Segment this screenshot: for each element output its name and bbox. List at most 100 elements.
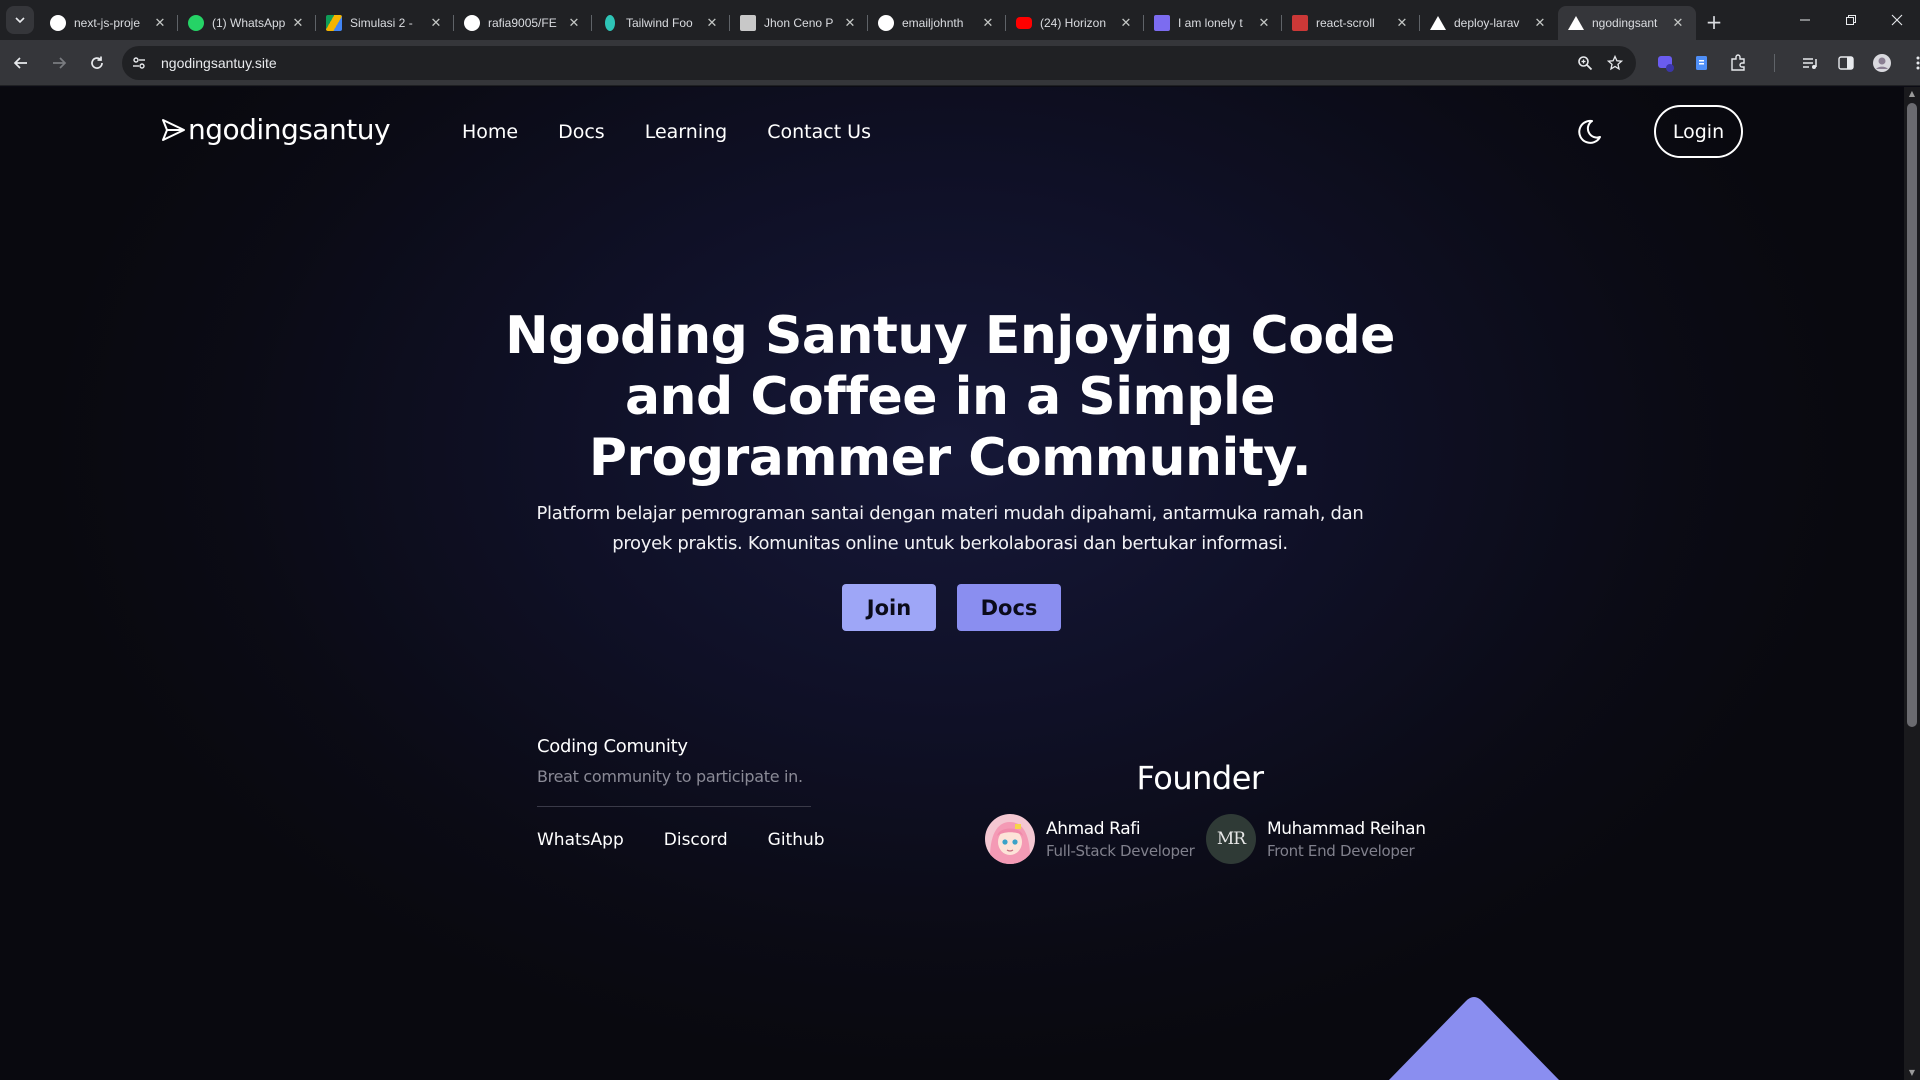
extensions-puzzle-icon[interactable] bbox=[1720, 46, 1756, 80]
page-scrollbar[interactable]: ▲ ▼ bbox=[1904, 87, 1920, 1080]
scroll-down-icon[interactable]: ▼ bbox=[1904, 1066, 1920, 1080]
vercel-icon bbox=[1430, 16, 1446, 30]
close-icon[interactable]: ✕ bbox=[1394, 16, 1410, 31]
browser-tab[interactable]: Tailwind Foo ✕ bbox=[592, 6, 730, 40]
url-text[interactable]: ngodingsantuy.site bbox=[161, 55, 1570, 71]
extension-doc-icon[interactable] bbox=[1684, 46, 1720, 80]
avatar bbox=[985, 814, 1035, 864]
close-window-button[interactable] bbox=[1874, 0, 1920, 40]
new-tab-button[interactable]: + bbox=[1700, 8, 1728, 36]
tab-title: (24) Horizon bbox=[1040, 16, 1107, 30]
close-icon[interactable]: ✕ bbox=[1532, 16, 1548, 31]
hero-description: Platform belajar pemrograman santai deng… bbox=[536, 503, 1364, 554]
google-drive-icon bbox=[326, 15, 342, 31]
whatsapp-icon bbox=[188, 15, 204, 31]
divider bbox=[537, 806, 811, 807]
nav-link-learning[interactable]: Learning bbox=[645, 121, 728, 143]
extension-badge-icon[interactable] bbox=[1648, 46, 1684, 80]
figma-icon bbox=[740, 15, 756, 31]
browser-tab[interactable]: deploy-larav ✕ bbox=[1420, 6, 1558, 40]
site-navbar: ngodingsantuy Home Docs Learning Contact… bbox=[160, 87, 1744, 177]
close-icon[interactable]: ✕ bbox=[566, 16, 582, 31]
close-icon[interactable]: ✕ bbox=[704, 16, 720, 31]
avatar-initials: MR bbox=[1216, 829, 1246, 849]
tab-title: Tailwind Foo bbox=[626, 16, 693, 30]
whatsapp-link[interactable]: WhatsApp bbox=[537, 830, 624, 850]
vercel-icon bbox=[1568, 16, 1584, 30]
nav-links: Home Docs Learning Contact Us bbox=[462, 121, 911, 143]
browser-tab[interactable]: (24) Horizon ✕ bbox=[1006, 6, 1144, 40]
close-icon[interactable]: ✕ bbox=[1670, 16, 1686, 31]
profile-avatar-icon[interactable] bbox=[1864, 46, 1900, 80]
tab-title: deploy-larav bbox=[1454, 16, 1520, 30]
close-icon[interactable]: ✕ bbox=[980, 16, 996, 31]
nav-link-docs[interactable]: Docs bbox=[558, 121, 605, 143]
site-info-icon[interactable] bbox=[125, 49, 153, 77]
arrow-right-icon bbox=[53, 56, 67, 69]
nav-link-contact[interactable]: Contact Us bbox=[767, 121, 871, 143]
close-icon[interactable]: ✕ bbox=[290, 16, 306, 31]
hero-title: Ngoding Santuy Enjoying Code and Coffee … bbox=[505, 306, 1395, 488]
tab-title: Jhon Ceno P bbox=[764, 16, 834, 30]
browser-tab[interactable]: rafia9005/FE ✕ bbox=[454, 6, 592, 40]
browser-tab[interactable]: (1) WhatsApp ✕ bbox=[178, 6, 316, 40]
paper-plane-icon bbox=[162, 118, 185, 141]
browser-tab[interactable]: next-js-proje ✕ bbox=[40, 6, 178, 40]
join-button[interactable]: Join bbox=[842, 584, 936, 631]
restore-icon bbox=[1846, 15, 1856, 25]
restore-button[interactable] bbox=[1828, 0, 1874, 40]
close-icon[interactable]: ✕ bbox=[1118, 16, 1134, 31]
close-icon[interactable]: ✕ bbox=[152, 16, 168, 31]
side-panel-icon[interactable] bbox=[1828, 46, 1864, 80]
close-icon bbox=[1891, 14, 1903, 26]
npm-icon bbox=[1292, 15, 1308, 31]
tailwind-icon bbox=[605, 15, 615, 31]
site-logo[interactable]: ngodingsantuy bbox=[160, 113, 391, 146]
forward-button[interactable] bbox=[42, 46, 76, 80]
founder-role: Full-Stack Developer bbox=[1046, 841, 1195, 860]
browser-menu-icon[interactable] bbox=[1900, 46, 1920, 80]
scrollbar-thumb[interactable] bbox=[1907, 103, 1917, 727]
bookmark-star-icon[interactable] bbox=[1600, 48, 1630, 78]
address-bar[interactable]: ngodingsantuy.site bbox=[122, 46, 1636, 80]
triangle-decoration-icon bbox=[1388, 997, 1560, 1080]
nav-link-home[interactable]: Home bbox=[462, 121, 518, 143]
browser-tab[interactable]: Jhon Ceno P ✕ bbox=[730, 6, 868, 40]
tab-search-button[interactable] bbox=[6, 6, 34, 34]
back-button[interactable] bbox=[4, 46, 38, 80]
tab-title: emailjohnth bbox=[902, 16, 964, 30]
minimize-icon bbox=[1800, 19, 1810, 21]
community-title: Coding Comunity bbox=[537, 736, 688, 757]
anime-avatar-icon bbox=[985, 814, 1035, 864]
minimize-button[interactable] bbox=[1782, 0, 1828, 40]
close-icon[interactable]: ✕ bbox=[428, 16, 444, 31]
close-icon[interactable]: ✕ bbox=[842, 16, 858, 31]
tab-title: ngodingsant bbox=[1592, 16, 1658, 30]
arrow-left-icon bbox=[13, 56, 27, 69]
browser-tab-strip: next-js-proje ✕ (1) WhatsApp ✕ Simulasi 2 … bbox=[0, 0, 1920, 40]
reload-button[interactable] bbox=[80, 46, 114, 80]
window-controls bbox=[1782, 0, 1920, 40]
extensions-area bbox=[1648, 46, 1920, 80]
chevron-down-icon bbox=[15, 17, 25, 24]
founder-role: Front End Developer bbox=[1267, 841, 1415, 860]
github-link[interactable]: Github bbox=[768, 830, 825, 850]
discord-link[interactable]: Discord bbox=[664, 830, 728, 850]
scroll-up-icon[interactable]: ▲ bbox=[1904, 87, 1920, 101]
founder-name: Ahmad Rafi bbox=[1046, 818, 1141, 839]
theme-toggle-moon-icon[interactable] bbox=[1574, 117, 1604, 147]
browser-tab[interactable]: react-scroll ✕ bbox=[1282, 6, 1420, 40]
media-controls-icon[interactable] bbox=[1792, 46, 1828, 80]
login-button[interactable]: Login bbox=[1654, 105, 1743, 158]
close-icon[interactable]: ✕ bbox=[1256, 16, 1272, 31]
zoom-icon[interactable] bbox=[1570, 48, 1600, 78]
docs-button[interactable]: Docs bbox=[957, 584, 1061, 631]
browser-tab-active[interactable]: ngodingsant ✕ bbox=[1558, 6, 1696, 40]
plus-icon: + bbox=[1705, 10, 1723, 34]
browser-tab[interactable]: Simulasi 2 - ✕ bbox=[316, 6, 454, 40]
browser-tab[interactable]: I am lonely t ✕ bbox=[1144, 6, 1282, 40]
founder-name: Muhammad Reihan bbox=[1267, 818, 1426, 839]
github-icon bbox=[50, 15, 66, 31]
browser-tab[interactable]: emailjohnth ✕ bbox=[868, 6, 1006, 40]
tab-title: (1) WhatsApp bbox=[212, 16, 286, 30]
